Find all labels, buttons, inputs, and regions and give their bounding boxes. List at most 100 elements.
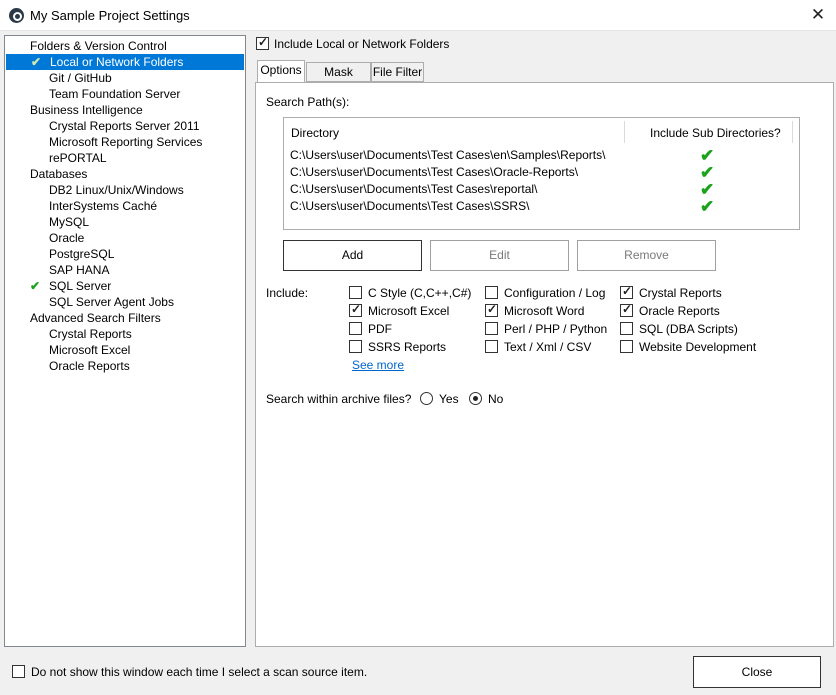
dont-show-checkbox[interactable] [12,665,25,678]
tree-item[interactable]: Oracle Reports [49,358,130,374]
tree-item[interactable]: MySQL [49,214,89,230]
tree-item[interactable]: ✔ SQL Server [30,278,111,294]
see-more-link[interactable]: See more [352,358,404,372]
tree-item[interactable]: ✔ Local or Network Folders [6,54,244,70]
window-close-icon[interactable]: ✕ [808,5,828,25]
tree-item[interactable]: Team Foundation Server [49,86,180,102]
include-option-label: Oracle Reports [639,304,720,318]
check-icon: ✔ [700,163,715,182]
include-option-label: PDF [368,322,392,336]
source-tree: Folders & Version Control ✔ Local or Netwo… [4,35,246,647]
column-header-include-sub[interactable]: Include Sub Directories? [650,123,781,143]
tree-item[interactable]: Crystal Reports [49,326,132,342]
include-option-label: SQL (DBA Scripts) [639,322,738,336]
tree-item-label: Folders & Version Control [30,39,167,53]
tab-options[interactable]: Options [257,60,305,84]
table-row[interactable]: C:\Users\user\Documents\Test Cases\en\Sa… [290,147,605,164]
column-divider [792,121,793,143]
table-row[interactable]: C:\Users\user\Documents\Test Cases\Oracl… [290,164,578,181]
tab-file-filter[interactable]: File Filter [371,62,424,82]
tree-item-label: Git / GitHub [49,71,112,85]
tree-item-label: PostgreSQL [49,247,115,261]
include-option-label: Microsoft Word [504,304,585,318]
tree-item-label: DB2 Linux/Unix/Windows [49,183,184,197]
include-checkbox[interactable] [620,322,633,335]
edit-button[interactable]: Edit [430,240,569,271]
include-local-label: Include Local or Network Folders [274,37,450,51]
include-checkbox[interactable] [485,322,498,335]
include-option-label: Crystal Reports [639,286,722,300]
add-button[interactable]: Add [283,240,422,271]
tree-item[interactable]: SQL Server Agent Jobs [49,294,174,310]
include-checkbox[interactable] [620,302,633,317]
include-local-checkbox[interactable] [256,35,269,50]
tree-item[interactable]: Microsoft Reporting Services [49,134,202,150]
tab-mask-filters[interactable]: Mask Filters [306,62,371,97]
tree-item-label: Crystal Reports Server 2011 [49,119,200,133]
options-tab-page: Search Path(s): Directory Include Sub Di… [255,82,834,647]
archive-label: Search within archive files? [266,392,412,406]
tree-item-label: Databases [30,167,88,181]
remove-button[interactable]: Remove [577,240,716,271]
tree-item[interactable]: Advanced Search Filters [30,310,161,326]
tree-item[interactable]: rePORTAL [49,150,107,166]
tree-item-label: MySQL [49,215,90,229]
tree-item[interactable]: InterSystems Caché [49,198,157,214]
tree-item-label: SAP HANA [49,263,110,277]
archive-yes-radio[interactable] [420,392,433,405]
include-label: Include: [266,286,309,300]
window-title: My Sample Project Settings [30,8,190,23]
tree-item-label: rePORTAL [49,151,107,165]
include-checkbox[interactable] [485,302,498,317]
check-icon: ✔ [30,279,41,293]
tree-item-label: Team Foundation Server [49,87,181,101]
tree-item-label: Business Intelligence [30,103,143,117]
check-icon: ✔ [700,197,715,216]
include-option-label: Website Development [639,340,757,354]
include-checkbox[interactable] [349,340,362,353]
tree-item-label: Advanced Search Filters [30,311,161,325]
include-checkbox[interactable] [485,340,498,353]
tree-item[interactable]: Git / GitHub [49,70,112,86]
tree-item-label: Oracle [49,231,85,245]
tree-item[interactable]: DB2 Linux/Unix/Windows [49,182,184,198]
tree-item[interactable]: Oracle [49,230,84,246]
tree-item[interactable]: Microsoft Excel [49,342,130,358]
title-bar: My Sample Project Settings ✕ [0,0,836,31]
archive-no-label: No [488,392,504,406]
tree-item[interactable]: SAP HANA [49,262,109,278]
include-checkbox[interactable] [349,322,362,335]
include-checkbox[interactable] [620,284,633,299]
include-checkbox[interactable] [620,340,633,353]
settings-panel: Include Local or Network Folders Options… [255,35,834,647]
tree-item[interactable]: Business Intelligence [30,102,143,118]
archive-yes-label: Yes [439,392,459,406]
include-checkbox[interactable] [349,286,362,299]
column-header-directory[interactable]: Directory [291,123,339,143]
close-button[interactable]: Close [693,656,821,688]
tree-item[interactable]: PostgreSQL [49,246,114,262]
table-row[interactable]: C:\Users\user\Documents\Test Cases\repor… [290,181,537,198]
table-row[interactable]: C:\Users\user\Documents\Test Cases\SSRS\ [290,198,529,215]
tree-item[interactable]: Folders & Version Control [30,38,167,54]
include-option-label: Perl / PHP / Python [504,322,608,336]
tree-item[interactable]: Crystal Reports Server 2011 [49,118,200,134]
tree-item-label: Local or Network Folders [50,55,184,69]
dont-show-label: Do not show this window each time I sele… [31,665,368,679]
include-option-label: Microsoft Excel [368,304,450,318]
include-checkbox[interactable] [485,286,498,299]
check-icon: ✔ [31,55,42,69]
tree-item-label: Oracle Reports [49,359,130,373]
check-icon: ✔ [700,180,715,199]
tree-item-label: Microsoft Excel [49,343,131,357]
column-divider [624,121,625,143]
tree-item-label: Crystal Reports [49,327,132,341]
include-checkbox[interactable] [349,302,362,317]
tree-item-label: InterSystems Caché [49,199,158,213]
include-option-label: Configuration / Log [504,286,606,300]
tree-item[interactable]: Databases [30,166,87,182]
app-logo-icon [9,8,24,23]
search-paths-grid[interactable]: Directory Include Sub Directories? C:\Us… [283,117,800,230]
include-option-label: Text / Xml / CSV [504,340,592,354]
archive-no-radio[interactable] [469,392,482,405]
